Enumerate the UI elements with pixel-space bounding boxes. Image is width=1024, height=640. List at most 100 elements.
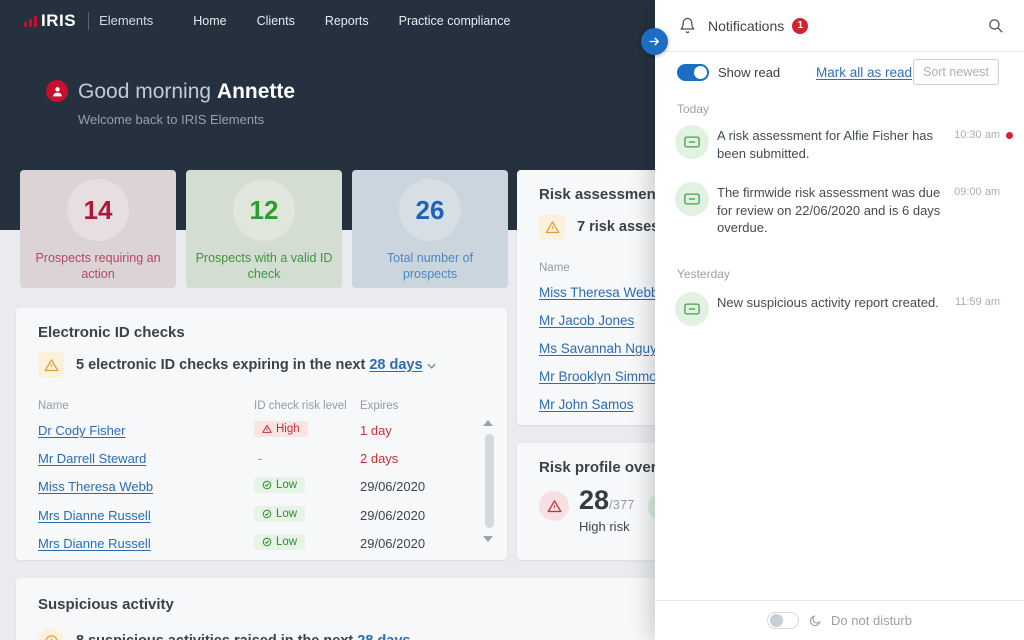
collapse-panel-button[interactable] [641,28,668,55]
alert-text: 5 electronic ID checks expiring in the n… [76,357,366,373]
client-link[interactable]: Mrs Dianne Russell [38,536,151,551]
nav-item-practice-compliance[interactable]: Practice compliance [399,14,511,28]
notification-time: 10:30 am [954,129,1000,141]
stat-value: 14 [83,194,113,225]
risk-total: /377 [609,497,635,512]
expires-value: 29/06/2020 [360,508,426,523]
client-link[interactable]: Miss Theresa Webb [38,479,153,494]
do-not-disturb-bar: Do not disturb [655,600,1024,640]
check-circle-icon [262,480,272,490]
stat-value: 12 [249,194,279,225]
moon-icon [809,614,821,626]
alert-circle-icon [38,628,64,640]
iris-logo[interactable]: IRIS [24,11,76,31]
stat-card-valid-id[interactable]: 12 Prospects with a valid ID check [186,170,342,288]
suspicious-activity-panel: Suspicious activity 8 suspicious activit… [16,578,716,640]
stat-circle: 14 [67,179,129,241]
notifications-title: Notifications [708,17,785,34]
table-row: Mrs Dianne Russell Low 29/06/2020 [16,503,507,531]
sort-newest-button[interactable]: Sort newest [912,59,999,85]
bell-icon [679,17,696,34]
alert-text: 7 risk assess [577,219,668,235]
notifications-header: Notifications 1 [655,0,1024,52]
panel-title: Suspicious activity [38,596,174,613]
client-link[interactable]: Mr Brooklyn Simmons [539,369,671,384]
risk-badge-low: Low [254,534,306,550]
greeting-name: Annette [216,80,296,103]
expires-value: 2 days [360,451,399,466]
risk-badge-high: High [254,421,308,437]
risk-empty: - [258,451,263,466]
chevron-down-icon[interactable] [426,357,436,373]
high-risk-icon [539,491,569,521]
risk-badge-low: Low [254,477,306,493]
notifications-panel: Notifications 1 Show read Mark all as re… [641,0,1024,640]
brand-name: IRIS [41,11,77,30]
page-title: Good morning Annette [78,80,296,103]
high-risk-count: 28/377 [579,485,635,515]
unread-count-badge: 1 [792,17,809,34]
column-header: ID check risk level [254,400,347,412]
chevron-down-icon[interactable] [414,633,423,640]
stat-circle: 12 [233,179,295,241]
column-header: Expires [360,400,399,412]
notification-time: 09:00 am [954,186,1000,198]
do-not-disturb-toggle[interactable] [767,612,800,629]
stat-card-prospects-action[interactable]: 14 Prospects requiring an action [20,170,176,288]
report-icon [675,292,709,326]
client-link[interactable]: Mr Darrell Steward [38,451,146,466]
days-filter-link[interactable]: 28 days [369,357,422,373]
scroll-down-arrow[interactable] [483,536,493,542]
check-circle-icon [262,509,272,519]
check-circle-icon [262,537,272,547]
warning-triangle-icon [38,352,64,378]
stat-label: Prospects requiring an action [35,251,161,281]
unread-dot [1006,132,1013,139]
person-icon [52,86,62,96]
expires-value: 1 day [360,423,392,438]
days-filter-link[interactable]: 28 days [357,633,410,640]
stat-label: Prospects with a valid ID check [195,251,333,281]
client-link[interactable]: Mr John Samos [539,397,634,412]
mark-all-as-read-link[interactable]: Mark all as read [816,65,912,80]
show-read-label: Show read [718,64,781,80]
client-link[interactable]: Miss Theresa Webb [539,285,659,300]
client-link[interactable]: Mr Jacob Jones [539,313,634,328]
do-not-disturb-label: Do not disturb [831,613,912,628]
panel-title: Risk assessments [539,186,670,203]
scrollbar-thumb[interactable] [485,434,494,528]
notification-time: 11:59 am [954,296,1000,308]
nav-items: Home Clients Reports Practice compliance [193,14,510,28]
stat-card-total-prospects[interactable]: 26 Total number of prospects [352,170,508,288]
column-header-name: Name [539,262,570,274]
stat-value: 26 [415,194,445,225]
scroll-up-arrow[interactable] [483,420,493,426]
notification-text: A risk assessment for Alfie Fisher has b… [717,128,934,161]
group-label-yesterday: Yesterday [677,267,730,281]
nav-item-clients[interactable]: Clients [257,14,295,28]
alert-text: 8 suspicious activities raised in the ne… [76,633,353,640]
table-row: Mrs Dianne Russell Low 29/06/2020 [16,531,507,559]
column-header: Name [38,400,69,412]
warning-triangle-icon [262,424,272,433]
id-checks-alert: 5 electronic ID checks expiring in the n… [38,352,436,378]
report-icon [675,125,709,159]
notifications-controls: Show read Mark all as read Sort newest [655,52,1024,92]
client-link[interactable]: Ms Savannah Nguyen [539,341,672,356]
panel-title: Electronic ID checks [38,324,185,341]
client-link[interactable]: Mrs Dianne Russell [38,508,151,523]
report-icon [675,182,709,216]
expires-value: 29/06/2020 [360,536,426,551]
search-icon[interactable] [987,17,1004,34]
nav-item-home[interactable]: Home [193,14,226,28]
arrow-right-icon [649,37,659,46]
stat-label: Total number of prospects [386,251,474,281]
risk-assessments-alert: 7 risk assess [539,214,667,240]
user-avatar [46,80,68,102]
client-link[interactable]: Dr Cody Fisher [38,423,125,438]
nav-item-reports[interactable]: Reports [325,14,369,28]
show-read-toggle[interactable] [677,63,709,81]
brand-divider [88,12,90,30]
electronic-id-checks-panel: Electronic ID checks 5 electronic ID che… [16,308,507,560]
warning-triangle-icon [539,214,565,240]
